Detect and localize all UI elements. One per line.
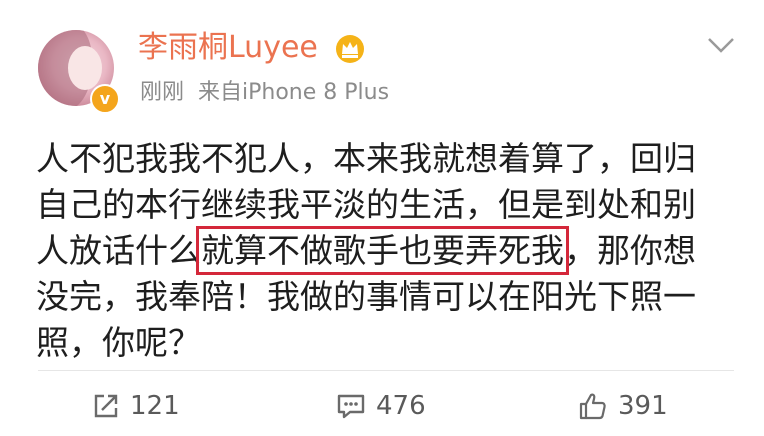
avatar-face: [68, 46, 102, 90]
comment-icon: [337, 394, 365, 419]
repost-icon: [94, 394, 118, 418]
timestamp: 刚刚: [140, 80, 185, 105]
repost-button[interactable]: 121: [92, 386, 180, 426]
verified-badge-icon: v: [90, 84, 120, 114]
post-text-line: 自己的本行继续我平淡的生活，但是到处和别: [36, 185, 696, 224]
post-source: 来自iPhone 8 Plus: [198, 80, 390, 105]
comment-count: 476: [376, 391, 426, 421]
highlighted-phrase: 就算不做歌手也要弄死我: [196, 226, 569, 275]
crown-icon: [336, 35, 364, 63]
post-text-line: 人不犯我我不犯人，本来我就想着算了，回归: [36, 139, 696, 178]
comment-button[interactable]: 476: [336, 386, 426, 426]
like-icon: [579, 393, 606, 420]
post-text-line: 人放话什么就算不做歌手也要弄死我，那你想: [36, 226, 736, 275]
post-text-line: 照，你呢？: [36, 323, 201, 362]
divider: [38, 370, 734, 371]
repost-count: 121: [130, 391, 180, 421]
chevron-down-icon[interactable]: [706, 36, 736, 54]
post-meta: 刚刚 来自iPhone 8 Plus: [140, 78, 389, 108]
post-text-segment: 人放话什么: [36, 231, 201, 270]
like-count: 391: [618, 391, 668, 421]
like-button[interactable]: 391: [578, 386, 668, 426]
post-text-line: 没完，我奉陪！我做的事情可以在阳光下照一: [36, 277, 696, 316]
post-text: 人不犯我我不犯人，本来我就想着算了，回归 自己的本行继续我平淡的生活，但是到处和…: [36, 136, 736, 366]
post-text-segment: ，那你想: [564, 231, 696, 270]
username[interactable]: 李雨桐Luyee: [138, 28, 318, 68]
